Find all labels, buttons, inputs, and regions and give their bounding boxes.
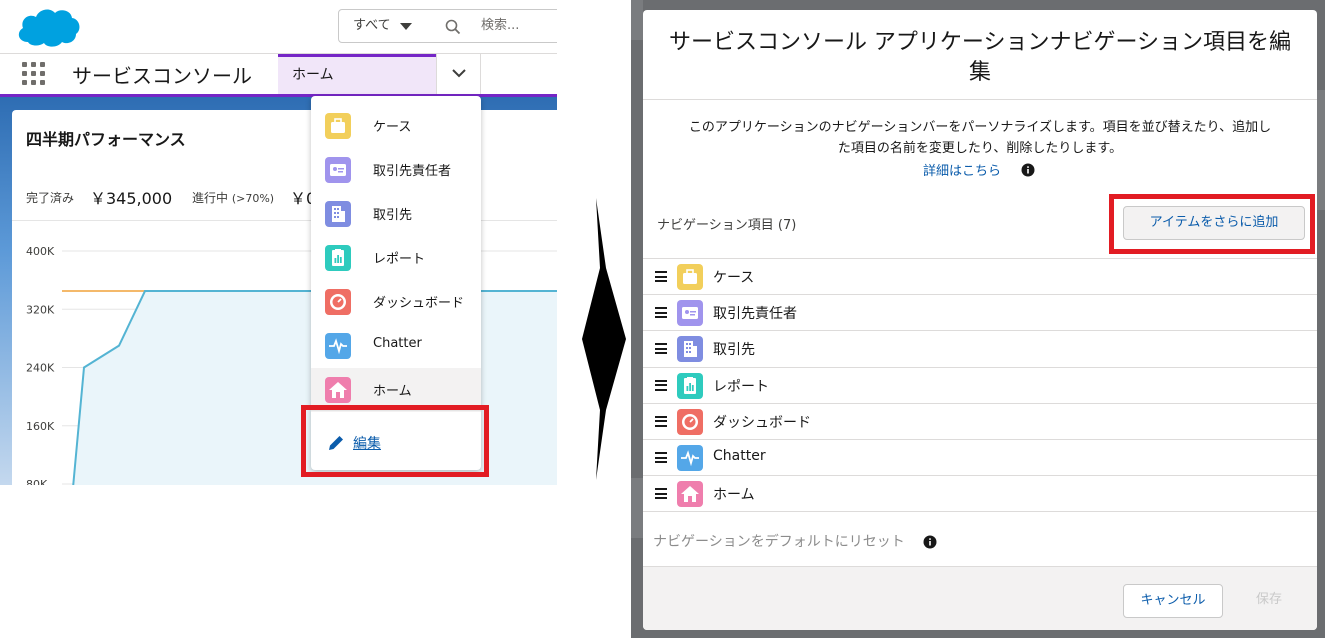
gauge-icon xyxy=(325,289,351,315)
building-icon xyxy=(677,336,703,363)
composite-screenshot: すべて 検索... サービスコンソール ホーム 四半期パフォーマンス 完了済み … xyxy=(0,0,1325,638)
contact-card-icon xyxy=(677,300,703,327)
briefcase-icon xyxy=(677,264,703,290)
contact-card-icon xyxy=(325,157,351,183)
app-navigation-bar: サービスコンソール ホーム xyxy=(0,54,557,97)
menu-item-label: ケース xyxy=(373,120,412,135)
info-icon[interactable] xyxy=(923,535,937,549)
y-tick-label: 320K xyxy=(26,303,55,316)
menu-item[interactable]: ケース xyxy=(311,104,481,148)
search-icon xyxy=(445,19,461,35)
highlight-add-button xyxy=(1109,194,1315,254)
y-tick-label: 240K xyxy=(26,362,55,375)
pulse-icon xyxy=(325,333,351,359)
app-name: サービスコンソール xyxy=(72,64,252,88)
menu-item-label: ホーム xyxy=(373,384,412,399)
chevron-down-icon xyxy=(452,69,466,78)
menu-item[interactable]: Chatter xyxy=(311,324,481,368)
caret-down-icon xyxy=(400,23,412,30)
nav-item-label: 取引先責任者 xyxy=(713,306,797,323)
nav-item-row[interactable]: 取引先 xyxy=(643,330,1317,366)
edit-nav-modal-view: サービスコンソール アプリケーションナビゲーション項目を編集 このアプリケーショ… xyxy=(631,0,1325,638)
briefcase-icon xyxy=(325,113,351,139)
nav-item-row[interactable]: ダッシュボード xyxy=(643,402,1317,439)
building-icon xyxy=(325,201,351,227)
drag-handle-icon[interactable] xyxy=(655,452,667,463)
modal-header-divider xyxy=(643,99,1317,100)
report-icon xyxy=(325,245,351,271)
nav-item-row[interactable]: Chatter xyxy=(643,439,1317,475)
console-home-view: すべて 検索... サービスコンソール ホーム 四半期パフォーマンス 完了済み … xyxy=(0,0,557,485)
drag-handle-icon[interactable] xyxy=(655,343,667,355)
nav-item-row[interactable]: ホーム xyxy=(643,475,1317,511)
drag-handle-icon[interactable] xyxy=(655,415,667,427)
drag-handle-icon[interactable] xyxy=(655,488,667,500)
menu-item[interactable]: レポート xyxy=(311,236,481,280)
nav-item-label: Chatter xyxy=(713,448,766,464)
background-fragment xyxy=(631,0,643,40)
tab-home[interactable]: ホーム xyxy=(278,54,436,94)
nav-item-label: 取引先 xyxy=(713,342,755,359)
global-header: すべて 検索... xyxy=(0,0,557,54)
drag-handle-icon[interactable] xyxy=(655,307,667,319)
background-fragment xyxy=(1317,90,1325,210)
edit-navigation-modal: サービスコンソール アプリケーションナビゲーション項目を編集 このアプリケーショ… xyxy=(643,10,1317,630)
modal-footer: キャンセル 保存 xyxy=(643,566,1317,630)
menu-item[interactable]: 取引先責任者 xyxy=(311,148,481,192)
background-fragment xyxy=(631,478,643,538)
arrow-right-icon xyxy=(582,198,626,480)
search-placeholder: 検索... xyxy=(481,18,520,33)
nav-menu-toggle[interactable] xyxy=(436,54,481,94)
search-scope-dropdown[interactable]: すべて xyxy=(338,9,424,43)
description-line: た項目の名前を変更したり、削除したりします。 xyxy=(837,141,1123,156)
modal-description: このアプリケーションのナビゲーションバーをパーソナライズします。項目を並び替えた… xyxy=(653,117,1307,159)
drag-handle-icon[interactable] xyxy=(655,379,667,391)
nav-item-row[interactable]: レポート xyxy=(643,366,1317,403)
home-icon xyxy=(677,481,703,508)
drag-handle-icon[interactable] xyxy=(655,271,667,282)
salesforce-cloud-logo[interactable] xyxy=(14,2,82,50)
nav-items-count-label: ナビゲーション項目 (7) xyxy=(657,218,797,233)
description-line: このアプリケーションのナビゲーションバーをパーソナライズします。項目を並び替えた… xyxy=(688,120,1272,135)
home-icon xyxy=(325,377,351,403)
y-tick-label: 160K xyxy=(26,420,55,433)
nav-item-label: ダッシュボード xyxy=(713,414,811,431)
menu-item-label: Chatter xyxy=(373,336,422,351)
modal-title: サービスコンソール アプリケーションナビゲーション項目を編集 xyxy=(668,30,1292,85)
app-launcher-grid-icon[interactable] xyxy=(22,62,46,86)
menu-item-label: 取引先 xyxy=(373,208,413,223)
menu-item-label: 取引先責任者 xyxy=(373,164,452,179)
save-button[interactable]: 保存 xyxy=(1233,584,1305,618)
info-icon[interactable] xyxy=(1021,163,1035,177)
highlight-edit xyxy=(301,405,489,477)
nav-item-row[interactable]: 取引先責任者 xyxy=(643,294,1317,330)
menu-item-label: ダッシュボード xyxy=(373,296,465,311)
nav-item-label: ケース xyxy=(713,270,755,286)
menu-item[interactable]: ダッシュボード xyxy=(311,280,481,324)
nav-item-label: レポート xyxy=(713,378,769,395)
global-search-input[interactable]: 検索... xyxy=(423,9,557,43)
reset-navigation-link[interactable]: ナビゲーションをデフォルトにリセット xyxy=(653,531,905,551)
menu-item-label: レポート xyxy=(373,252,426,267)
y-tick-label: 80K xyxy=(26,478,48,485)
pulse-icon xyxy=(677,445,703,471)
list-end-divider xyxy=(643,511,1317,512)
learn-more-link[interactable]: 詳細はこちら xyxy=(923,160,1001,179)
y-tick-label: 400K xyxy=(26,245,55,258)
nav-item-label: ホーム xyxy=(713,487,755,504)
nav-item-row[interactable]: ケース xyxy=(643,258,1317,294)
cancel-button[interactable]: キャンセル xyxy=(1123,584,1223,618)
menu-item[interactable]: 取引先 xyxy=(311,192,481,236)
report-icon xyxy=(677,372,703,399)
search-scope-label: すべて xyxy=(353,18,391,33)
gauge-icon xyxy=(677,408,703,435)
